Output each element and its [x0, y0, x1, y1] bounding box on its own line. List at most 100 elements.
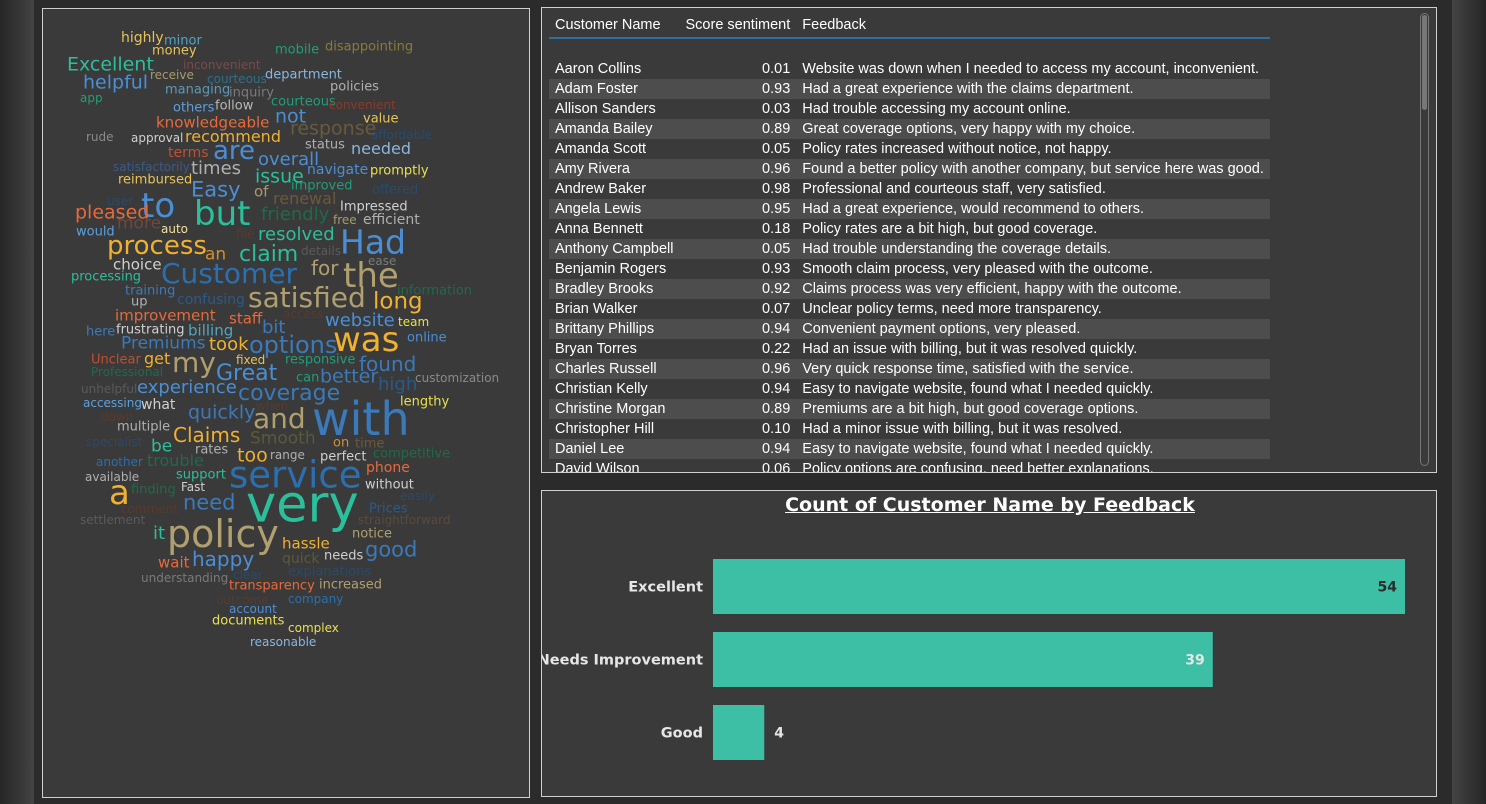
cell-feedback: Policy rates increased without notice, n… [796, 139, 1270, 159]
cell-customer-name: Andrew Baker [549, 179, 680, 199]
column-header-score-sentiment[interactable]: Score sentiment [679, 12, 797, 39]
cell-customer-name: Amanda Scott [549, 139, 680, 159]
table-row[interactable]: Christopher Hill 0.10 Had a minor issue wi… [549, 419, 1270, 439]
cloud-word: reimbursed [118, 172, 193, 188]
table-row[interactable]: Daniel Lee 0.94 Easy to navigate website, … [549, 439, 1270, 459]
cloud-word: multiple [117, 419, 171, 435]
feedback-chart-panel: Count of Customer Name by Feedback Excel… [541, 490, 1437, 797]
table-row[interactable]: Amanda Bailey 0.89 Great coverage options,… [549, 119, 1270, 139]
cell-score-sentiment: 0.18 [679, 219, 797, 239]
table-row[interactable]: David Wilson 0.06 Policy options are confu… [549, 459, 1270, 472]
cloud-word: unhelpful [81, 382, 138, 396]
table-row[interactable]: Anna Bennett 0.18 Policy rates are a bit h… [549, 219, 1270, 239]
cell-customer-name: Christopher Hill [549, 419, 680, 439]
cloud-word: response [290, 117, 377, 140]
cloud-word: customization [415, 371, 500, 385]
table-row[interactable]: Allison Sanders 0.03 Had trouble accessing… [549, 99, 1270, 119]
cloud-word: access [283, 307, 324, 321]
cloud-word: company [288, 592, 344, 606]
table-header-row: Customer Name Score sentiment Feedback [549, 12, 1270, 39]
data-label: 4 [774, 726, 784, 742]
cloud-word: receive [150, 68, 194, 82]
cloud-word: what [141, 397, 176, 413]
cell-customer-name: Anthony Campbell [549, 239, 680, 259]
cell-feedback: Professional and courteous staff, very s… [796, 179, 1270, 199]
cloud-word: finding [131, 482, 176, 498]
cloud-word: accessing [83, 396, 142, 410]
cloud-word: good [365, 537, 418, 562]
cloud-word: my [172, 346, 216, 379]
bar[interactable] [713, 559, 1405, 614]
cloud-word: offered [372, 182, 419, 198]
feedback-table-panel: Customer Name Score sentiment Feedback A… [541, 7, 1437, 473]
cell-score-sentiment: 0.01 [679, 59, 797, 79]
cell-score-sentiment: 0.22 [679, 339, 797, 359]
feedback-table: Customer Name Score sentiment Feedback A… [549, 12, 1270, 472]
cloud-word: it [153, 523, 166, 544]
column-header-feedback[interactable]: Feedback [796, 12, 1270, 39]
cell-feedback: Website was down when I needed to access… [796, 59, 1270, 79]
cloud-word: increased [319, 577, 383, 593]
cloud-word: follow [215, 98, 254, 114]
cloud-word: competitive [373, 446, 451, 462]
cloud-word: here [86, 324, 116, 340]
cloud-word: processing [71, 269, 142, 285]
cell-score-sentiment: 0.93 [679, 259, 797, 279]
cloud-word: promptly [370, 163, 429, 179]
table-row[interactable]: Anthony Campbell 0.05 Had trouble understa… [549, 239, 1270, 259]
cell-feedback: Had trouble accessing my account online. [796, 99, 1270, 119]
cell-score-sentiment: 0.94 [679, 319, 797, 339]
cloud-word: straightforward [358, 513, 451, 527]
table-row[interactable]: Christian Kelly 0.94 Easy to navigate webs… [549, 379, 1270, 399]
cloud-word: of [254, 182, 269, 201]
table-row[interactable]: Amanda Scott 0.05 Policy rates increased w… [549, 139, 1270, 159]
cell-customer-name: Bradley Brooks [549, 279, 680, 299]
data-label: 39 [1185, 653, 1204, 669]
cloud-word: understanding [141, 571, 229, 585]
table-row[interactable]: Bryan Torres 0.22 Had an issue with billin… [549, 339, 1270, 359]
cell-feedback: Easy to navigate website, found what I n… [796, 379, 1270, 399]
cell-feedback: Had an issue with billing, but it was re… [796, 339, 1270, 359]
cloud-word: needed [351, 139, 411, 158]
table-row[interactable]: Aaron Collins 0.01 Website was down when I… [549, 59, 1270, 79]
cell-feedback: Claims process was very efficient, happy… [796, 279, 1270, 299]
cell-customer-name: Bryan Torres [549, 339, 680, 359]
cell-feedback: Had trouble understanding the coverage d… [796, 239, 1270, 259]
table-row[interactable]: Benjamin Rogers 0.93 Smooth claim process,… [549, 259, 1270, 279]
table-row[interactable]: Adam Foster 0.93 Had a great experience wi… [549, 79, 1270, 99]
cell-customer-name: Aaron Collins [549, 59, 680, 79]
word-cloud-panel: highly minor money mobile disappointing Excel… [42, 8, 530, 798]
category-label: Needs Improvement [542, 653, 703, 669]
cell-customer-name: Anna Bennett [549, 219, 680, 239]
table-row[interactable]: Bradley Brooks 0.92 Claims process was ver… [549, 279, 1270, 299]
table-row[interactable]: Charles Russell 0.96 Very quick response t… [549, 359, 1270, 379]
bar[interactable] [713, 632, 1213, 687]
cloud-word: for [311, 256, 339, 280]
table-row[interactable]: Amy Rivera 0.96 Found a better policy with… [549, 159, 1270, 179]
column-header-customer-name[interactable]: Customer Name [549, 12, 680, 39]
cell-score-sentiment: 0.06 [679, 459, 797, 472]
window-frame-left [0, 0, 34, 804]
cell-feedback: Policy rates are a bit high, but good co… [796, 219, 1270, 239]
cloud-word: more [117, 213, 162, 234]
cell-score-sentiment: 0.93 [679, 79, 797, 99]
cell-feedback: Great coverage options, very happy with … [796, 119, 1270, 139]
table-row[interactable]: Andrew Baker 0.98 Professional and courteo… [549, 179, 1270, 199]
cloud-word: transparency [229, 578, 315, 594]
cell-feedback: Very quick response time, satisfied with… [796, 359, 1270, 379]
cell-score-sentiment: 0.05 [679, 139, 797, 159]
table-scrollbar[interactable] [1420, 13, 1429, 466]
cell-feedback: Unclear policy terms, need more transpar… [796, 299, 1270, 319]
cloud-word: disappointing [325, 39, 414, 55]
table-row[interactable]: Angela Lewis 0.95 Had a great experience, … [549, 199, 1270, 219]
cell-feedback: Had a great experience, would recommend … [796, 199, 1270, 219]
cloud-word: hassle [282, 534, 330, 553]
cloud-word: happy [192, 547, 255, 571]
bar[interactable] [713, 705, 765, 760]
table-row[interactable]: Christine Morgan 0.89 Premiums are a bit h… [549, 399, 1270, 419]
cloud-word: managing [165, 82, 231, 98]
table-row[interactable]: Brian Walker 0.07 Unclear policy terms, ne… [549, 299, 1270, 319]
table-row[interactable]: Brittany Phillips 0.94 Convenient payment … [549, 319, 1270, 339]
header-gap [549, 38, 1270, 59]
table-scrollbar-thumb[interactable] [1422, 15, 1427, 110]
